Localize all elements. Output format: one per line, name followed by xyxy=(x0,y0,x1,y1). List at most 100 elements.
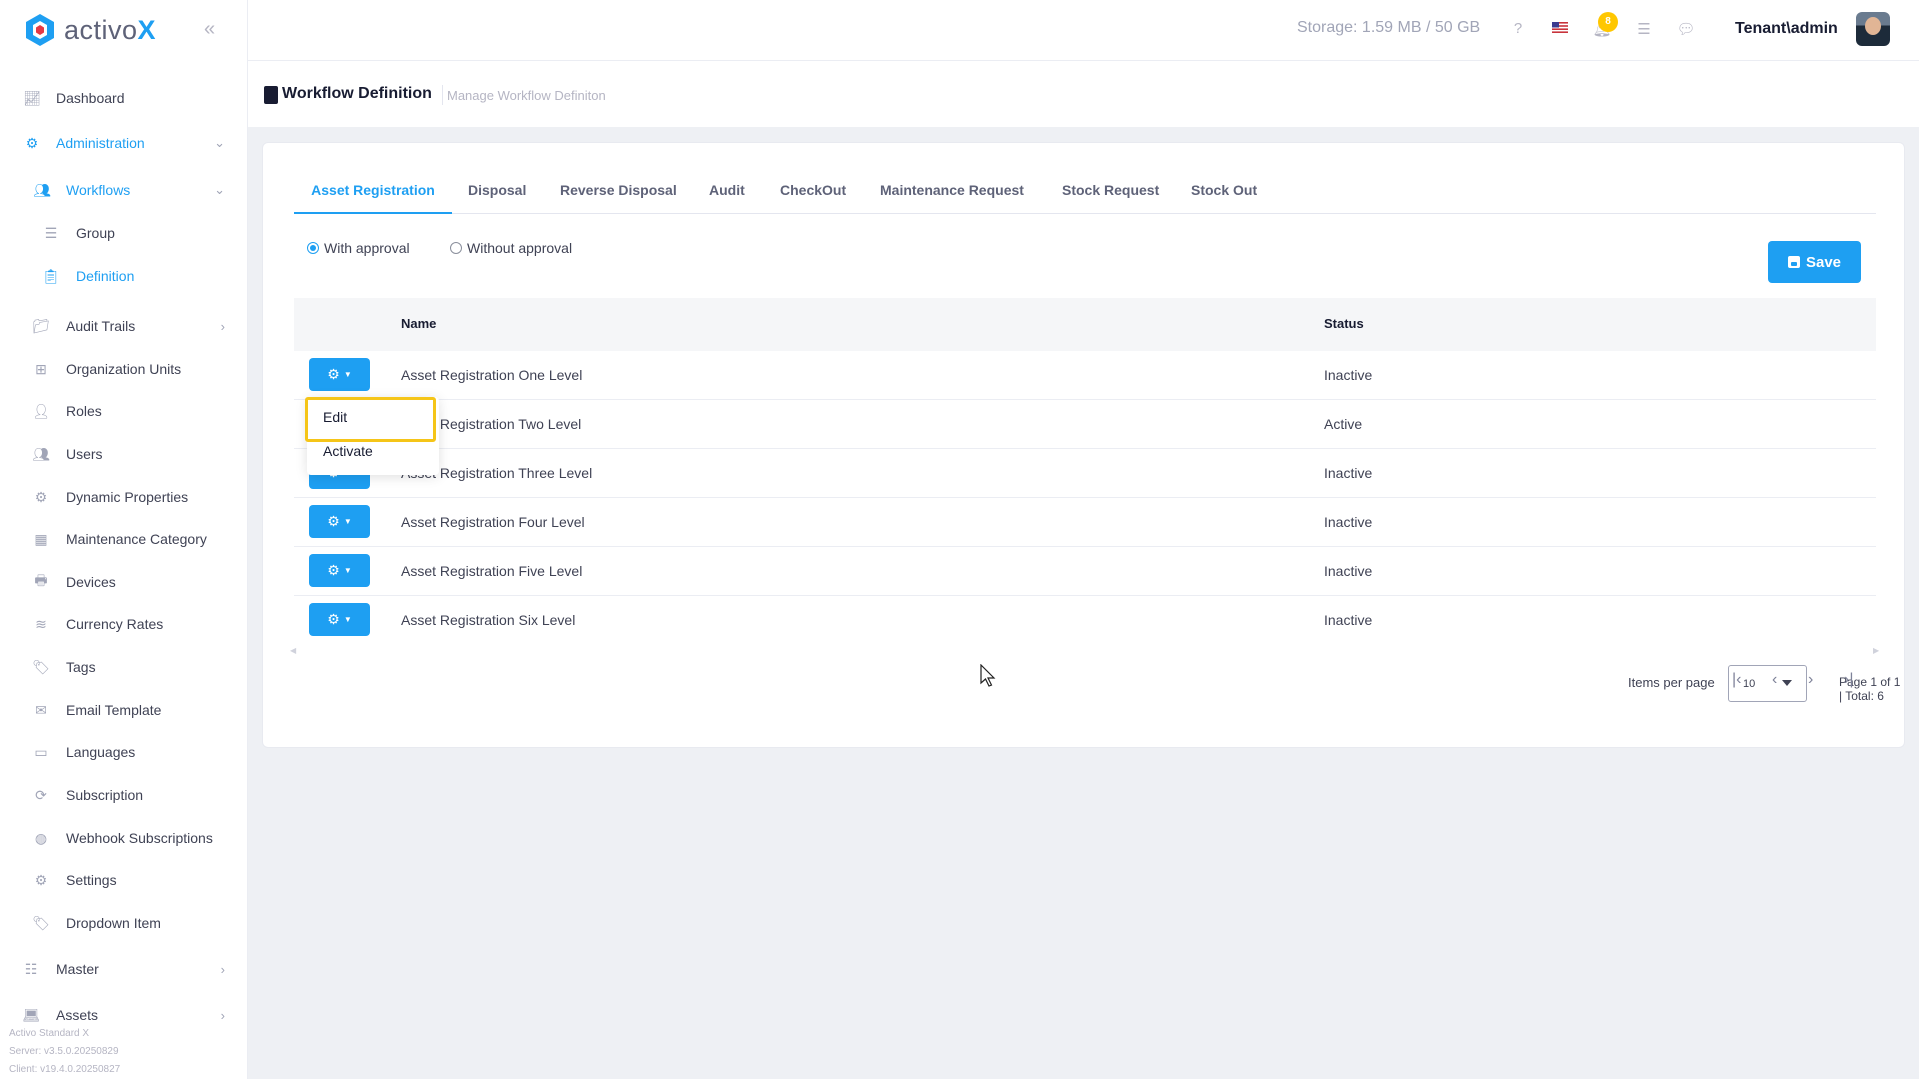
dropdown-item-activate[interactable]: Activate xyxy=(323,443,373,459)
help-icon[interactable]: ? xyxy=(1508,20,1528,40)
cog-icon: ⚙ xyxy=(327,611,340,627)
language-icon: ▭ xyxy=(34,743,48,760)
sidebar-item-users[interactable]: 👥︎ Users xyxy=(0,434,247,474)
sidebar-item-devices[interactable]: 🖶 Devices xyxy=(0,562,247,602)
sidebar-item-label: Roles xyxy=(66,403,102,419)
sidebar-item-label: Group xyxy=(76,225,115,241)
sidebar-item-dashboard[interactable]: 📈︎ Dashboard xyxy=(0,78,247,118)
caret-down-icon: ▼ xyxy=(343,517,352,526)
user-shield-icon: 👤︎ xyxy=(32,402,50,419)
tab-stock-request[interactable]: Stock Request xyxy=(1062,173,1159,214)
tab-maintenance-request[interactable]: Maintenance Request xyxy=(880,173,1024,214)
laptop-icon: 💻︎ xyxy=(22,1006,40,1023)
radio-unselected-icon xyxy=(450,242,462,254)
printer-icon: 🖶 xyxy=(34,572,48,588)
sidebar-item-currency-rates[interactable]: ≋ Currency Rates xyxy=(0,604,247,644)
sync-icon: ⟳ xyxy=(35,786,47,803)
tab-checkout[interactable]: CheckOut xyxy=(780,173,846,214)
sidebar-item-tags[interactable]: 🏷︎ Tags xyxy=(0,647,247,687)
sidebar-item-audit-trails[interactable]: 📁︎ Audit Trails › xyxy=(0,306,247,346)
scroll-right-icon[interactable]: ▶ xyxy=(1873,646,1879,655)
row-status: Inactive xyxy=(1324,514,1373,530)
divider xyxy=(442,85,443,105)
client-version: Client: v19.4.0.20250827 xyxy=(9,1064,121,1075)
sidebar-item-label: Organization Units xyxy=(66,361,182,377)
next-page-icon[interactable]: › xyxy=(1808,671,1813,689)
sidebar-item-maintenance-category[interactable]: ▦ Maintenance Category xyxy=(0,519,247,559)
tab-disposal[interactable]: Disposal xyxy=(468,173,526,214)
sidebar-item-group[interactable]: ☰ Group xyxy=(0,213,247,253)
table-row: ⚙ ▼ Asset Registration Six Level Inactive xyxy=(294,596,1876,645)
sidebar-item-label: Subscription xyxy=(66,787,144,803)
tab-reverse-disposal[interactable]: Reverse Disposal xyxy=(560,173,677,214)
sidebar-item-languages[interactable]: ▭ Languages xyxy=(0,732,247,772)
row-actions-button[interactable]: ⚙▼ xyxy=(309,554,370,587)
cog-icon: ⚙ xyxy=(34,488,48,505)
row-actions-button[interactable]: ⚙▼ xyxy=(309,603,370,636)
save-button[interactable]: Save xyxy=(1768,241,1861,283)
users-icon: 👥︎ xyxy=(33,181,51,198)
user-name[interactable]: Tenant\admin xyxy=(1735,20,1838,38)
list-check-icon[interactable]: ☰ xyxy=(1634,20,1654,40)
folder-icon: 📁︎ xyxy=(32,317,50,334)
sidebar-item-dropdown-item[interactable]: 🏷︎ Dropdown Item xyxy=(0,903,247,943)
sidebar-item-subscription[interactable]: ⟳ Subscription xyxy=(0,775,247,815)
sidebar-item-dynamic-properties[interactable]: ⚙ Dynamic Properties xyxy=(0,477,247,517)
storage-usage: Storage: 1.59 MB / 50 GB xyxy=(1297,19,1481,36)
with-approval-radio[interactable]: With approval xyxy=(307,240,410,256)
sidebar-item-label: Languages xyxy=(66,744,136,760)
row-name: Asset Registration Five Level xyxy=(401,563,583,579)
sidebar-item-label: Master xyxy=(56,961,99,977)
sidebar-item-workflows[interactable]: 👥︎ Workflows ⌄ xyxy=(0,170,247,210)
items-per-page-value: 10 xyxy=(1743,678,1756,690)
sidebar-item-label: Maintenance Category xyxy=(66,531,207,547)
sidebar-item-settings[interactable]: ⚙ Settings xyxy=(0,860,247,900)
sidebar-item-label: Dropdown Item xyxy=(66,915,161,931)
us-flag-icon[interactable] xyxy=(1550,20,1570,40)
row-name: Asset Registration One Level xyxy=(401,367,583,383)
table-row: ⚙▼ Asset Registration Two Level Active xyxy=(294,400,1876,449)
version-info: Activo Standard X Server: v3.5.0.2025082… xyxy=(9,1025,120,1079)
table-header: Name Status xyxy=(294,298,1876,351)
brand-name: activoX xyxy=(64,14,157,45)
sidebar-item-roles[interactable]: 👤︎ Roles xyxy=(0,391,247,431)
prev-page-icon[interactable]: ‹ xyxy=(1772,671,1777,689)
grid-icon: ▦ xyxy=(34,530,48,547)
sidebar-item-label: Settings xyxy=(66,872,117,888)
without-approval-radio[interactable]: Without approval xyxy=(450,240,572,256)
table-row: ⚙ ▼ Asset Registration Four Level Inactiv… xyxy=(294,498,1876,547)
first-page-icon[interactable]: |‹ xyxy=(1732,671,1741,689)
last-page-icon[interactable]: ›| xyxy=(1844,671,1853,689)
chevron-right-icon: › xyxy=(220,318,225,334)
tab-audit[interactable]: Audit xyxy=(709,173,745,214)
product-name: Activo Standard X xyxy=(9,1028,90,1039)
sidebar-item-administration[interactable]: ⚙ Administration ⌄ xyxy=(0,123,247,163)
brand-logo[interactable]: activoX « xyxy=(0,0,247,60)
sidebar-item-email-template[interactable]: ✉ Email Template xyxy=(0,690,247,730)
sidebar-item-webhook-subscriptions[interactable]: ◍ Webhook Subscriptions xyxy=(0,818,247,858)
avatar[interactable] xyxy=(1856,12,1890,46)
sidebar-item-label: Workflows xyxy=(66,182,131,198)
scroll-left-icon[interactable]: ◀ xyxy=(290,646,296,655)
sidebar-item-label: Administration xyxy=(56,135,145,151)
sidebar-item-label: Devices xyxy=(66,574,116,590)
database-icon: ☷ xyxy=(24,960,38,977)
tags-icon: 🏷︎ xyxy=(32,914,50,931)
floppy-disk-icon xyxy=(1787,256,1800,268)
page-description: Manage Workflow Definiton xyxy=(447,88,606,103)
collapse-sidebar-icon[interactable]: « xyxy=(204,18,215,41)
chat-icon[interactable]: 💬︎ xyxy=(1676,20,1696,40)
sidebar-item-label: Users xyxy=(66,446,103,462)
sidebar-item-organization-units[interactable]: ⊞ Organization Units xyxy=(0,349,247,389)
tab-asset-registration[interactable]: Asset Registration xyxy=(294,173,452,214)
caret-down-icon: ▼ xyxy=(343,566,352,575)
items-per-page-label: Items per page xyxy=(1628,675,1715,690)
cog-icon: ⚙ xyxy=(327,562,340,578)
sidebar-item-definition[interactable]: 📋︎ Definition xyxy=(0,256,247,296)
row-name: Asset Registration Four Level xyxy=(401,514,585,530)
list-icon: ☰ xyxy=(44,224,58,241)
tab-stock-out[interactable]: Stock Out xyxy=(1191,173,1257,214)
row-actions-button[interactable]: ⚙▼ xyxy=(309,505,370,538)
row-actions-button[interactable]: ⚙▼ xyxy=(309,358,370,391)
sidebar-item-master[interactable]: ☷ Master › xyxy=(0,949,247,989)
